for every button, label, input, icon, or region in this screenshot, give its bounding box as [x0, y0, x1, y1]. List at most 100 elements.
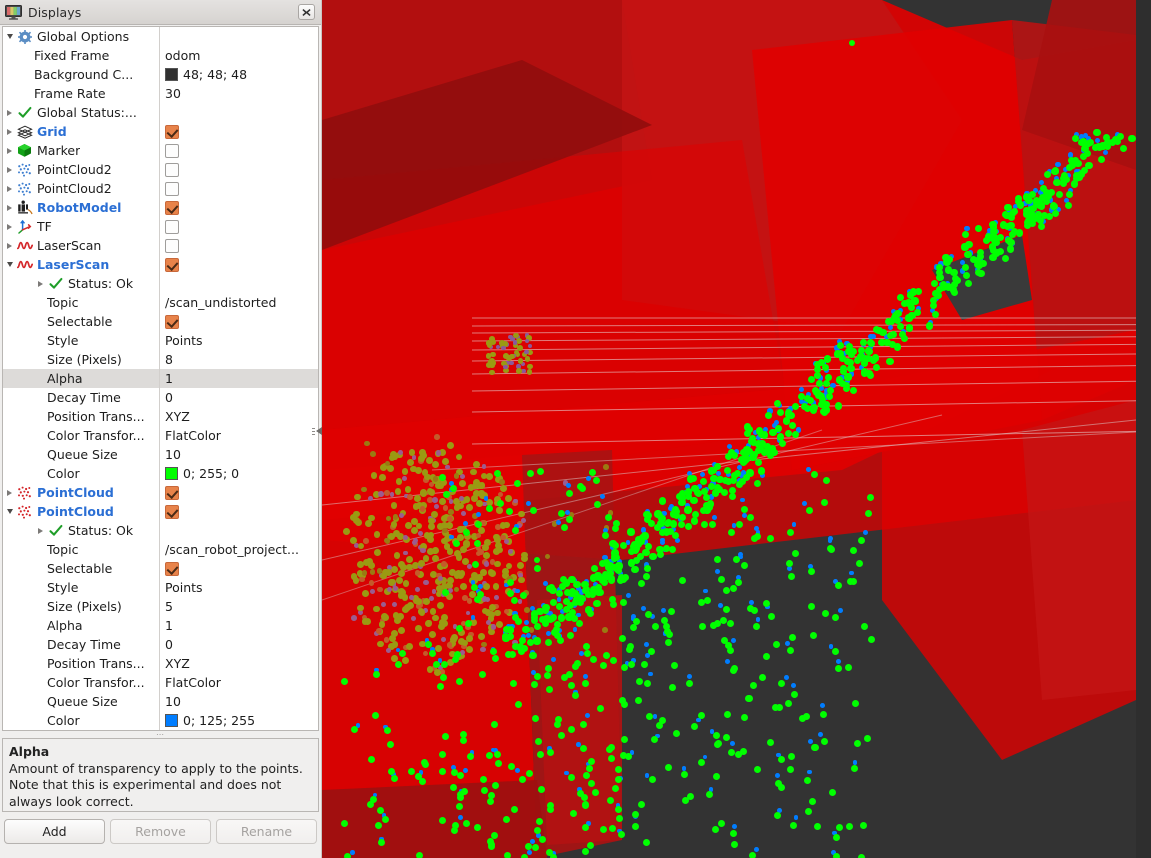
enable-checkbox[interactable]: [165, 238, 179, 253]
tree-row-value-text[interactable]: 0: [165, 635, 173, 654]
tree-row-pointcloud-size[interactable]: Size (Pixels) 5: [3, 597, 318, 616]
expand-triangle-right-icon[interactable]: [34, 521, 47, 540]
tree-resize-grip[interactable]: ⋯: [0, 731, 321, 739]
tree-row-laserscan-colortrans[interactable]: Color Transfor... FlatColor: [3, 426, 318, 445]
tree-row-value-text[interactable]: Points: [165, 578, 203, 597]
tree-row-laserscan-size[interactable]: Size (Pixels) 8: [3, 350, 318, 369]
color-swatch[interactable]: [165, 68, 178, 81]
expand-triangle-right-icon[interactable]: [3, 483, 16, 502]
add-button[interactable]: Add: [4, 819, 105, 844]
tree-row-pointcloud-status[interactable]: Status: Ok: [3, 521, 318, 540]
tree-row-value-text[interactable]: /scan_robot_project...: [165, 540, 299, 559]
displays-tree-panel[interactable]: Global Options Fixed Frame odom Background …: [2, 26, 319, 731]
tree-row-pointcloud-1[interactable]: PointCloud: [3, 483, 318, 502]
tree-row-pointcloud-alpha[interactable]: Alpha 1: [3, 616, 318, 635]
enable-checkbox[interactable]: [165, 504, 179, 519]
tree-row-pointcloud-colortrans[interactable]: Color Transfor... FlatColor: [3, 673, 318, 692]
panel-collapse-handle[interactable]: [312, 0, 322, 858]
tree-row-laserscan-queue[interactable]: Queue Size 10: [3, 445, 318, 464]
tree-row-grid[interactable]: Grid: [3, 122, 318, 141]
tree-row-pointcloud2-2[interactable]: PointCloud2: [3, 179, 318, 198]
enable-checkbox[interactable]: [165, 314, 179, 329]
tree-row-value-text[interactable]: XYZ: [165, 654, 190, 673]
color-swatch[interactable]: [165, 714, 178, 727]
tree-row-value-text[interactable]: 1: [165, 369, 173, 388]
color-swatch[interactable]: [165, 467, 178, 480]
enable-checkbox[interactable]: [165, 124, 179, 139]
tree-row-robotmodel[interactable]: RobotModel: [3, 198, 318, 217]
enable-checkbox[interactable]: [165, 219, 179, 234]
tree-row-pointcloud-style[interactable]: Style Points: [3, 578, 318, 597]
expand-triangle-right-icon[interactable]: [3, 217, 16, 236]
point-cloud-point: [886, 357, 894, 365]
tree-row-laserscan-2[interactable]: LaserScan: [3, 255, 318, 274]
tree-row-value-text[interactable]: XYZ: [165, 407, 190, 426]
tree-row-laserscan-postrans[interactable]: Position Trans... XYZ: [3, 407, 318, 426]
tree-row-pointcloud-postrans[interactable]: Position Trans... XYZ: [3, 654, 318, 673]
enable-checkbox[interactable]: [165, 162, 179, 177]
tree-row-tf[interactable]: TF: [3, 217, 318, 236]
tree-row-laserscan-style[interactable]: Style Points: [3, 331, 318, 350]
tree-row-laserscan-decay[interactable]: Decay Time 0: [3, 388, 318, 407]
enable-checkbox[interactable]: [165, 485, 179, 500]
expand-triangle-right-icon[interactable]: [3, 179, 16, 198]
tree-row-value-text[interactable]: 30: [165, 84, 181, 103]
tree-row-fixed-frame[interactable]: Fixed Frame odom: [3, 46, 318, 65]
tree-row-laserscan-color[interactable]: Color 0; 255; 0: [3, 464, 318, 483]
point-cloud-point: [534, 738, 542, 746]
tree-row-frame-rate[interactable]: Frame Rate 30: [3, 84, 318, 103]
remove-button[interactable]: Remove: [110, 819, 211, 844]
enable-checkbox[interactable]: [165, 200, 179, 215]
tree-row-pointcloud-color[interactable]: Color 0; 125; 255: [3, 711, 318, 730]
tree-row-laserscan-selectable[interactable]: Selectable: [3, 312, 318, 331]
tree-row-label: PointCloud2: [37, 181, 112, 196]
tree-row-value-text[interactable]: 5: [165, 597, 173, 616]
tree-row-pointcloud-2[interactable]: PointCloud: [3, 502, 318, 521]
tree-row-value-text[interactable]: 10: [165, 445, 181, 464]
expand-triangle-right-icon[interactable]: [34, 274, 47, 293]
tree-row-pointcloud-queue[interactable]: Queue Size 10: [3, 692, 318, 711]
tree-row-value-cell: [159, 143, 318, 158]
enable-checkbox[interactable]: [165, 561, 179, 576]
tree-row-background-color[interactable]: Background C... 48; 48; 48: [3, 65, 318, 84]
expand-triangle-down-icon[interactable]: [3, 27, 16, 46]
point-cloud-point: [686, 674, 692, 680]
enable-checkbox[interactable]: [165, 181, 179, 196]
point-cloud-point: [746, 694, 754, 702]
tree-row-laserscan-status[interactable]: Status: Ok: [3, 274, 318, 293]
tree-row-value-text[interactable]: FlatColor: [165, 673, 221, 692]
expand-triangle-down-icon[interactable]: [3, 255, 16, 274]
expand-triangle-right-icon[interactable]: [3, 141, 16, 160]
tree-row-pointcloud-decay[interactable]: Decay Time 0: [3, 635, 318, 654]
tree-row-marker[interactable]: Marker: [3, 141, 318, 160]
tree-row-value-text[interactable]: 0: [165, 388, 173, 407]
expand-triangle-down-icon[interactable]: [3, 502, 16, 521]
rename-button[interactable]: Rename: [216, 819, 317, 844]
expand-triangle-right-icon[interactable]: [3, 122, 16, 141]
tree-row-laserscan-topic[interactable]: Topic/scan_undistorted: [3, 293, 318, 312]
expand-triangle-right-icon[interactable]: [3, 160, 16, 179]
expand-triangle-right-icon[interactable]: [3, 198, 16, 217]
point-cloud-point: [728, 492, 736, 500]
render-viewport-3d[interactable]: [322, 0, 1136, 858]
tree-row-pointcloud2-1[interactable]: PointCloud2: [3, 160, 318, 179]
enable-checkbox[interactable]: [165, 143, 179, 158]
tree-row-value-text[interactable]: Points: [165, 331, 203, 350]
tree-row-global-options[interactable]: Global Options: [3, 27, 318, 46]
tree-row-name-cell: Status: Ok: [3, 274, 159, 293]
expand-triangle-right-icon[interactable]: [3, 103, 16, 122]
tree-row-pointcloud-selectable[interactable]: Selectable: [3, 559, 318, 578]
enable-checkbox[interactable]: [165, 257, 179, 272]
tree-row-value-text[interactable]: 10: [165, 692, 181, 711]
tree-row-global-status[interactable]: Global Status:...: [3, 103, 318, 122]
point-cloud-point: [544, 638, 552, 646]
tree-row-value-text[interactable]: FlatColor: [165, 426, 221, 445]
tree-row-value-text[interactable]: odom: [165, 46, 200, 65]
tree-row-value-text[interactable]: 8: [165, 350, 173, 369]
expand-triangle-right-icon[interactable]: [3, 236, 16, 255]
tree-row-value-text[interactable]: 1: [165, 616, 173, 635]
tree-row-pointcloud-topic[interactable]: Topic/scan_robot_project...: [3, 540, 318, 559]
tree-row-laserscan-1[interactable]: LaserScan: [3, 236, 318, 255]
tree-row-value-text[interactable]: /scan_undistorted: [165, 293, 276, 312]
tree-row-laserscan-alpha[interactable]: Alpha 1: [3, 369, 318, 388]
